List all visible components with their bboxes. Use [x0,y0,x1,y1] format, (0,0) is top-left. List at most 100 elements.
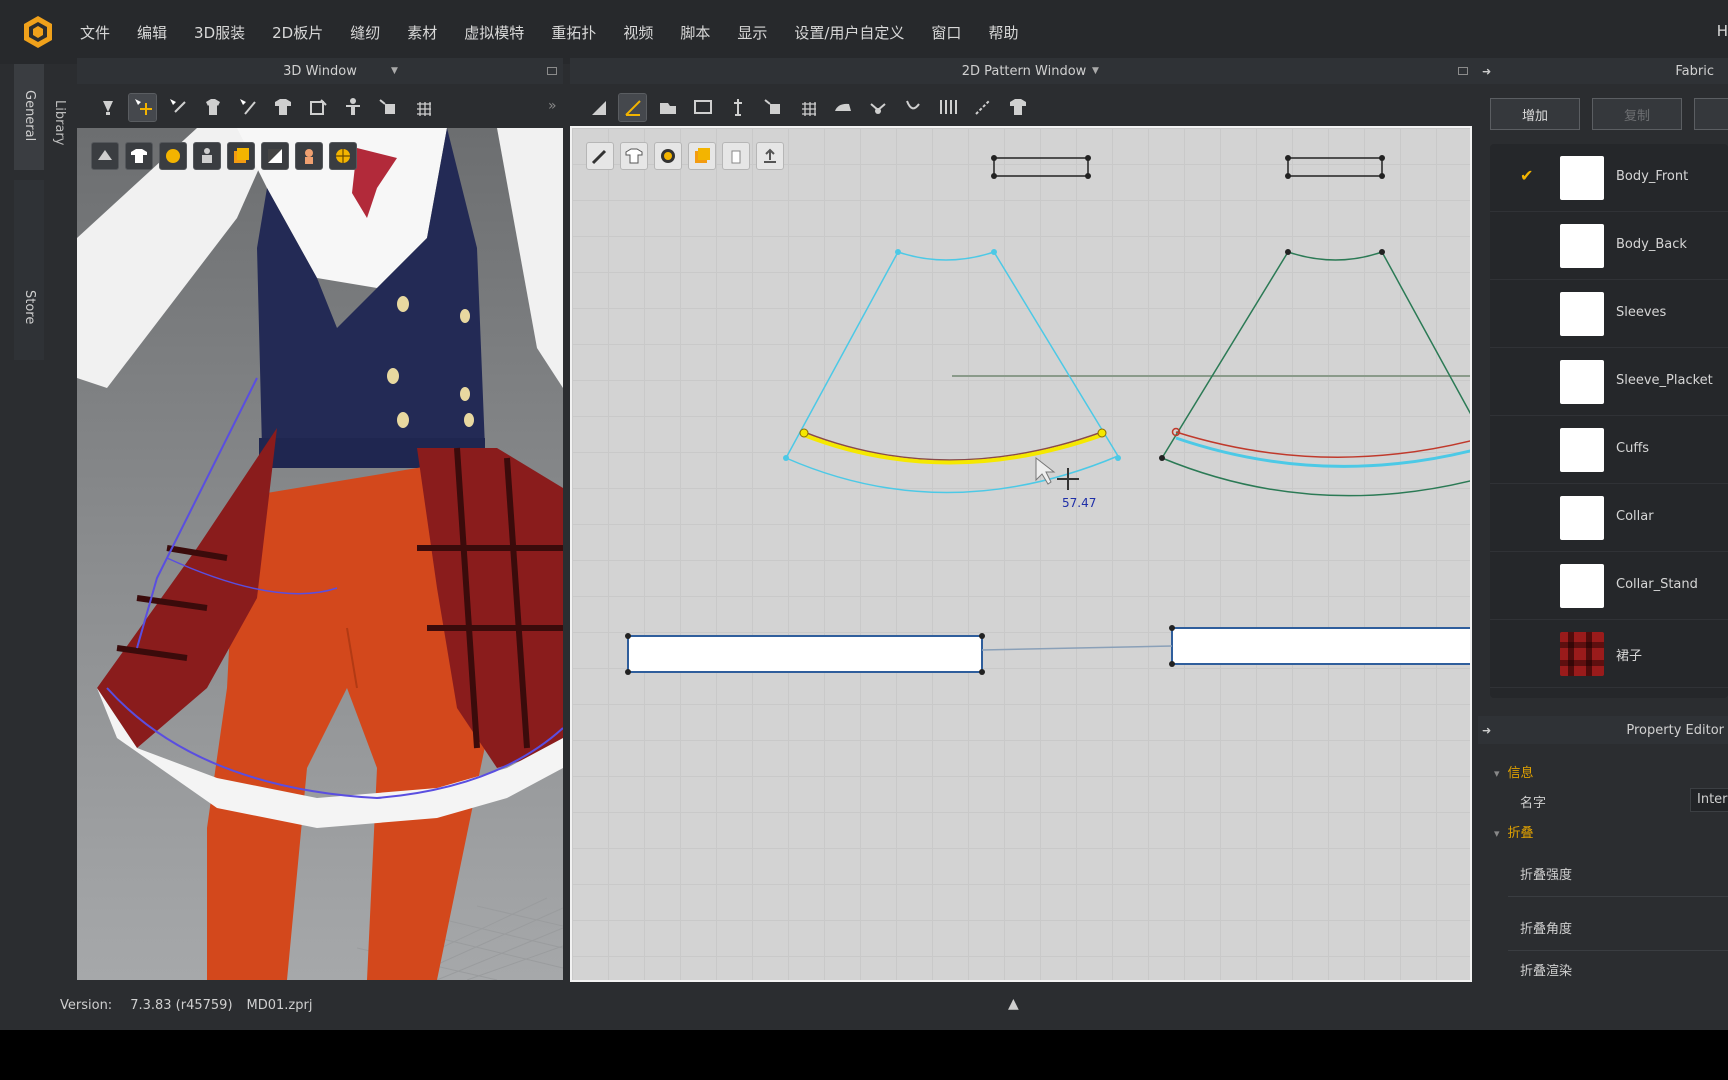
fabric-item[interactable]: Cuffs [1490,416,1728,484]
view-skin-icon[interactable] [295,142,323,170]
garment-icon[interactable] [1004,94,1031,121]
fabric-item[interactable]: Sleeves [1490,280,1728,348]
property-editor-collapse-icon[interactable]: ➜ [1482,724,1491,737]
2d-view-toolbar [586,142,784,170]
2d-pattern-canvas[interactable]: 57.47 [570,126,1472,982]
view-avatar-icon[interactable] [193,142,221,170]
pattern-piece-waistband-2[interactable] [1171,627,1472,665]
topstitch-tool-icon[interactable] [969,94,996,121]
polygon-tool-icon[interactable] [654,94,681,121]
fabric-item[interactable]: Collar [1490,484,1728,552]
tack-tool-icon[interactable] [374,94,401,121]
right-sleeve [497,128,563,388]
section-info[interactable]: 信息 [1494,762,1534,781]
fabric-swatch-plaid [1560,632,1604,676]
show-info-icon[interactable] [654,142,682,170]
3d-toolbar-expand-icon[interactable]: » [548,98,557,114]
menu-settings[interactable]: 设置/用户自定义 [794,22,904,43]
avatar-tool-icon[interactable] [339,94,366,121]
2d-window-popout-icon[interactable] [1458,67,1468,75]
pattern-piece-band-1[interactable] [993,157,1089,177]
show-texture-icon[interactable] [688,142,716,170]
name-label: 名字 [1520,796,1547,811]
tab-general-label: General [22,90,37,142]
menu-display[interactable]: 显示 [737,22,767,43]
view-shading-icon[interactable] [261,142,289,170]
property-editor-title: Property Editor [1626,722,1724,738]
tab-general[interactable]: General [14,64,44,170]
pattern-grid-tool-icon[interactable] [794,94,821,121]
pattern-piece-band-2[interactable] [1287,157,1383,177]
tab-store[interactable]: Store [14,180,44,360]
tab-store-label: Store [22,290,37,325]
view-fabric-icon[interactable] [91,142,119,170]
tab-library[interactable]: Library [52,100,67,145]
fabric-item[interactable]: Sleeve_Placket [1490,348,1728,416]
fabric-name: Sleeve_Placket [1616,373,1713,388]
fabric-swatch [1560,156,1604,200]
view-stress-icon[interactable] [159,142,187,170]
fabric-item[interactable]: 裙子 [1490,620,1728,688]
grid-tool-icon[interactable] [409,94,436,121]
selected-check-icon: ✔ [1520,166,1534,185]
transform-pattern-tool-icon[interactable] [304,94,331,121]
menu-window[interactable]: 窗口 [931,22,961,43]
menu-avatar[interactable]: 虚拟模特 [464,22,524,43]
view-environment-icon[interactable] [329,142,357,170]
fabric-collapse-icon[interactable]: ➜ [1482,65,1491,78]
pattern-piece-waistband-1[interactable] [627,635,983,673]
menu-2d-pattern[interactable]: 2D板片 [272,22,323,43]
show-avatar-icon[interactable] [722,142,750,170]
menu-retopology[interactable]: 重拓扑 [551,22,596,43]
3d-window-dropdown-icon[interactable]: ▼ [391,66,398,76]
segment-sewing-icon[interactable] [864,94,891,121]
dart-tool-icon[interactable] [759,94,786,121]
select-mesh-tool-icon[interactable] [164,94,191,121]
pattern-piece-skirt-front[interactable] [784,251,1120,494]
fold-arrangement-tool-icon[interactable] [199,94,226,121]
name-field[interactable]: Inter [1690,788,1728,812]
2d-window-dropdown-icon[interactable]: ▼ [1092,66,1099,76]
view-garment-icon[interactable] [125,142,153,170]
expand-panel-icon[interactable]: ▲ [1008,996,1019,1012]
menu-video[interactable]: 视频 [623,22,653,43]
view-texture-icon[interactable] [227,142,255,170]
menu-bar: 文件 编辑 3D服装 2D板片 缝纫 素材 虚拟模特 重拓扑 视频 脚本 显示 … [0,0,1728,64]
transform-pattern-2d-icon[interactable] [584,94,611,121]
fabric-item[interactable]: ✔ Body_Front [1490,144,1728,212]
upload-icon[interactable] [756,142,784,170]
select-move-tool-icon[interactable] [128,92,157,122]
fabric-item[interactable]: Body_Back [1490,212,1728,280]
3d-window-popout-icon[interactable] [547,67,557,75]
show-garment-icon[interactable] [620,142,648,170]
fabric-swatch [1560,292,1604,336]
measure-tool-icon[interactable] [234,94,261,121]
add-fabric-button[interactable]: 增加 [1490,98,1580,130]
selected-curve-segment[interactable] [803,433,1103,465]
garment-fit-tool-icon[interactable] [269,94,296,121]
menu-edit[interactable]: 编辑 [137,22,167,43]
menu-3d-garment[interactable]: 3D服装 [194,22,245,43]
free-sewing-icon[interactable] [899,94,926,121]
rectangle-tool-icon[interactable] [689,94,716,121]
menu-materials[interactable]: 素材 [407,22,437,43]
copy-fabric-button[interactable]: 复制 [1592,98,1682,130]
internal-line-tool-icon[interactable] [724,94,751,121]
iron-tool-icon[interactable] [829,94,856,121]
app-logo-icon[interactable] [20,14,56,50]
app-window: 文件 编辑 3D服装 2D板片 缝纫 素材 虚拟模特 重拓扑 视频 脚本 显示 … [0,0,1728,1030]
3d-viewport[interactable] [77,128,563,980]
more-fabric-button[interactable] [1694,98,1728,130]
menu-help[interactable]: 帮助 [988,22,1018,43]
simulation-tool-icon[interactable] [94,94,121,121]
fabric-item[interactable]: Collar_Stand [1490,552,1728,620]
section-fold[interactable]: 折叠 [1494,822,1534,841]
fold-tool-icon[interactable] [934,94,961,121]
fabric-name: Sleeves [1616,305,1667,320]
show-pattern-outline-icon[interactable] [586,142,614,170]
menu-script[interactable]: 脚本 [680,22,710,43]
edit-pattern-2d-icon[interactable] [618,92,647,122]
menu-right-label[interactable]: H [1717,22,1728,40]
menu-sewing[interactable]: 缝纫 [350,22,380,43]
menu-file[interactable]: 文件 [80,22,110,43]
